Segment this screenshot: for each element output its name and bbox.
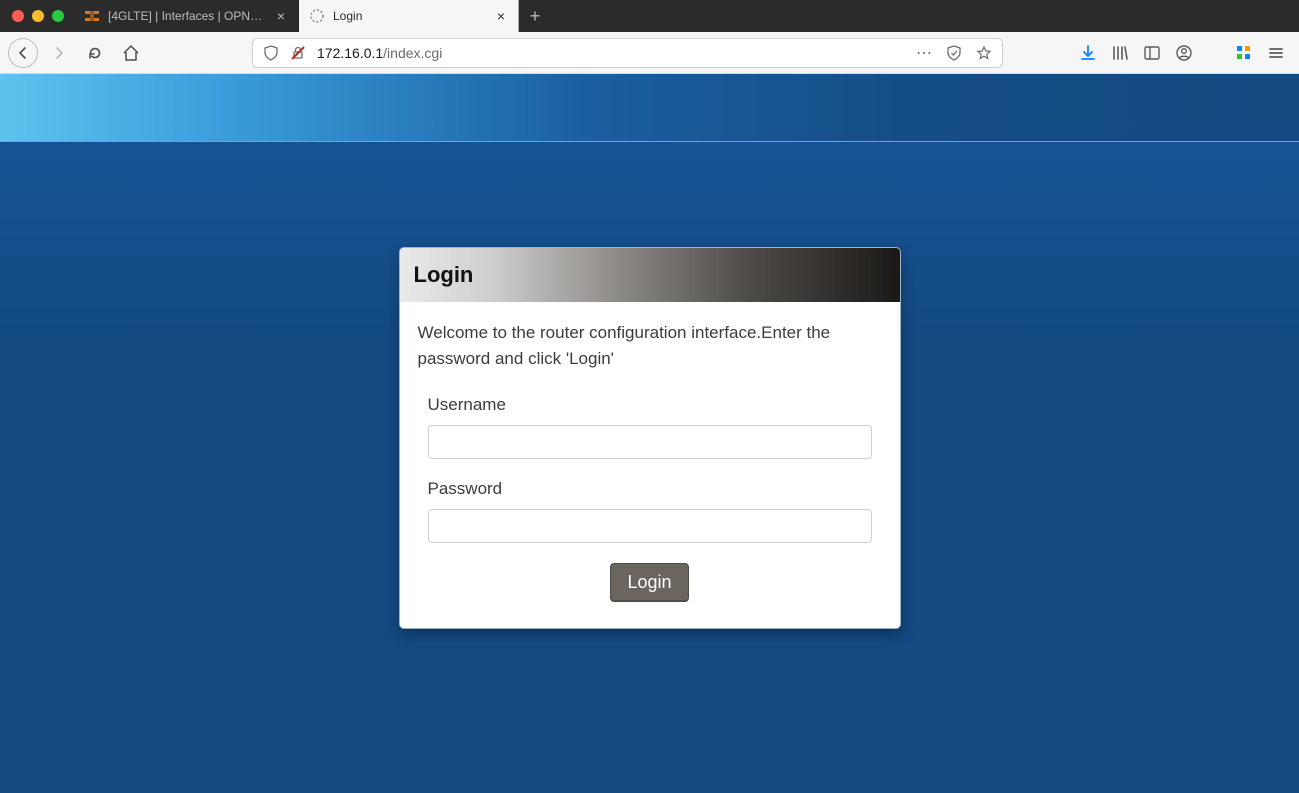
- password-label: Password: [428, 479, 872, 499]
- new-tab-button[interactable]: +: [519, 0, 551, 32]
- password-group: Password: [428, 479, 872, 543]
- login-actions: Login: [418, 563, 882, 602]
- tab-title: [4GLTE] | Interfaces | OPNsense: [108, 9, 266, 23]
- browser-tab-opnsense[interactable]: [4GLTE] | Interfaces | OPNsense ×: [74, 0, 299, 32]
- nav-back-button[interactable]: [8, 38, 38, 68]
- tab-favicon-icon: [309, 8, 325, 24]
- page-viewport: Login Welcome to the router configuratio…: [0, 74, 1299, 793]
- sidebar-icon[interactable]: [1143, 44, 1161, 62]
- url-host: 172.16.0.1: [317, 45, 383, 61]
- window-zoom-button[interactable]: [52, 10, 64, 22]
- page-actions-icon[interactable]: ⋯: [916, 43, 932, 63]
- insecure-connection-icon[interactable]: [289, 44, 307, 62]
- username-input[interactable]: [428, 425, 872, 459]
- window-controls: [6, 0, 74, 32]
- tab-close-button[interactable]: ×: [494, 9, 508, 23]
- url-text: 172.16.0.1/index.cgi: [317, 45, 906, 61]
- username-group: Username: [428, 395, 872, 459]
- window-close-button[interactable]: [12, 10, 24, 22]
- login-card: Login Welcome to the router configuratio…: [400, 248, 900, 628]
- login-message: Welcome to the router configuration inte…: [418, 320, 882, 373]
- url-bar[interactable]: 172.16.0.1/index.cgi ⋯: [252, 38, 1003, 68]
- toolbar-right: [1079, 44, 1291, 62]
- tracking-protection-icon[interactable]: [263, 45, 279, 61]
- login-body: Welcome to the router configuration inte…: [400, 302, 900, 628]
- login-header: Login: [400, 248, 900, 302]
- browser-tab-strip: [4GLTE] | Interfaces | OPNsense × Login …: [0, 0, 1299, 32]
- nav-reload-button[interactable]: [80, 38, 110, 68]
- nav-home-button[interactable]: [116, 38, 146, 68]
- url-path: /index.cgi: [383, 45, 442, 61]
- library-icon[interactable]: [1111, 44, 1129, 62]
- tab-title: Login: [333, 9, 486, 23]
- bookmark-star-icon[interactable]: [976, 45, 992, 61]
- app-menu-icon[interactable]: [1267, 44, 1285, 62]
- downloads-icon[interactable]: [1079, 44, 1097, 62]
- tab-favicon-icon: [84, 8, 100, 24]
- browser-tab-login[interactable]: Login ×: [299, 0, 519, 32]
- page-banner: [0, 74, 1299, 142]
- login-heading: Login: [414, 262, 474, 288]
- account-icon[interactable]: [1175, 44, 1193, 62]
- page-background: Login Welcome to the router configuratio…: [0, 142, 1299, 793]
- browser-nav-toolbar: 172.16.0.1/index.cgi ⋯: [0, 32, 1299, 74]
- login-button[interactable]: Login: [610, 563, 688, 602]
- password-input[interactable]: [428, 509, 872, 543]
- window-minimize-button[interactable]: [32, 10, 44, 22]
- nav-forward-button[interactable]: [44, 38, 74, 68]
- reader-permissions-icon[interactable]: [946, 45, 962, 61]
- extension-icon[interactable]: [1235, 44, 1253, 62]
- tab-close-button[interactable]: ×: [274, 9, 288, 23]
- username-label: Username: [428, 395, 872, 415]
